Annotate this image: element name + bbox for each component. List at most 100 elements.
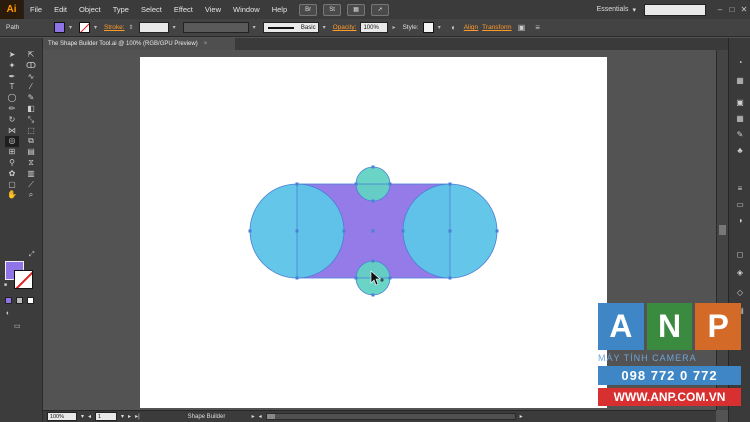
menu-effect[interactable]: Effect	[168, 5, 199, 14]
search-input[interactable]	[644, 3, 706, 16]
menu-object[interactable]: Object	[73, 5, 107, 14]
document-tab[interactable]: The Shape Builder Tool.ai @ 100% (RGB/GP…	[43, 38, 235, 50]
horizontal-scrollbar[interactable]	[265, 413, 516, 420]
anchor-point-0[interactable]	[248, 229, 252, 233]
opacity-panel-link[interactable]: Opacity:	[333, 24, 357, 31]
swap-fill-stroke-icon[interactable]: ⤢	[29, 251, 35, 259]
anchor-point-3[interactable]	[295, 276, 299, 280]
arrange-documents-icon[interactable]: ▦	[347, 3, 366, 16]
zoom-level-field[interactable]: 100%	[47, 412, 77, 421]
screen-mode-icon[interactable]: ▭	[14, 322, 21, 330]
line-segment-tool-icon[interactable]: ⁄	[24, 82, 38, 93]
rotate-tool-icon[interactable]: ↻	[5, 115, 19, 126]
opacity-field[interactable]: 100%	[360, 22, 389, 33]
anchor-point-10[interactable]	[388, 182, 392, 186]
menu-type[interactable]: Type	[107, 5, 135, 14]
artboard-dropdown-icon[interactable]: ▾	[121, 413, 124, 420]
color-mode-button[interactable]	[5, 297, 12, 304]
isolate-object-icon[interactable]: ▣	[516, 22, 528, 34]
anchor-point-4[interactable]	[401, 229, 405, 233]
artboard-tool-icon[interactable]: ▢	[5, 180, 19, 191]
workspace-switcher[interactable]: Essentials ▾	[589, 6, 644, 14]
anchor-point-12[interactable]	[371, 259, 375, 263]
default-colors-icon[interactable]: ■	[4, 282, 7, 288]
anchor-point-15[interactable]	[371, 293, 375, 297]
vertical-scroll-thumb[interactable]	[719, 225, 726, 235]
ellipse-tool-icon[interactable]: ◯	[5, 93, 19, 104]
horizontal-scroll-thumb[interactable]	[266, 414, 275, 419]
anchor-point-1[interactable]	[295, 182, 299, 186]
shape-builder-tool-icon[interactable]: ◎	[5, 136, 19, 148]
zoom-tool-icon[interactable]: ⌕	[24, 190, 38, 201]
menu-window[interactable]: Window	[227, 5, 266, 14]
paintbrush-tool-icon[interactable]: ✎	[24, 93, 38, 104]
brushes-icon[interactable]: ✎	[734, 130, 746, 140]
opacity-dropdown-icon[interactable]: ▸	[392, 22, 398, 33]
hand-tool-icon[interactable]: ✋	[5, 190, 19, 201]
transparency-panel-icon[interactable]: ◑	[734, 216, 746, 226]
drawing-mode-icon[interactable]: ◐	[6, 310, 10, 317]
last-artboard-icon[interactable]: ▸|	[135, 413, 140, 420]
fill-swatch[interactable]	[54, 22, 65, 33]
anchor-point-9[interactable]	[354, 182, 358, 186]
magic-wand-tool-icon[interactable]: ✦	[5, 61, 19, 72]
brush-dropdown-icon[interactable]: ▾	[323, 22, 329, 33]
gradient-panel-icon[interactable]: ▭	[734, 200, 746, 210]
next-artboard-icon[interactable]: ▸	[128, 413, 131, 420]
fill-dropdown-icon[interactable]: ▾	[69, 22, 75, 33]
slice-tool-icon[interactable]: ⟋	[24, 180, 38, 191]
pencil-tool-icon[interactable]: ✏	[5, 104, 19, 115]
width-tool-icon[interactable]: ⋈	[5, 126, 19, 137]
gpu-rocket-icon[interactable]: ➚	[371, 3, 390, 16]
menu-select[interactable]: Select	[135, 5, 168, 14]
anchor-point-17[interactable]	[448, 229, 452, 233]
menu-edit[interactable]: Edit	[48, 5, 73, 14]
eraser-tool-icon[interactable]: ◧	[24, 104, 38, 115]
selection-tool-icon[interactable]: ➤	[5, 50, 19, 61]
zoom-dropdown-icon[interactable]: ▾	[81, 413, 84, 420]
stroke-weight-stepper-icon[interactable]: ⇕	[129, 22, 135, 33]
anchor-point-7[interactable]	[448, 276, 452, 280]
menu-help[interactable]: Help	[266, 5, 293, 14]
stroke-panel-link[interactable]: Stroke:	[104, 24, 125, 31]
stroke-panel-icon[interactable]: ≡	[734, 184, 746, 194]
panel-menu-icon[interactable]: ≡	[532, 22, 544, 34]
stroke-dropdown-icon[interactable]: ▾	[94, 22, 100, 33]
transform-panel-link[interactable]: Transform	[482, 24, 511, 31]
artwork-canvas[interactable]	[140, 57, 607, 408]
stroke-color-box[interactable]	[14, 270, 33, 289]
first-artboard-icon[interactable]: ◂	[88, 413, 91, 420]
layers-panel-icon[interactable]: ◇	[734, 288, 746, 298]
appearance-panel-icon[interactable]: ◻	[734, 250, 746, 260]
align-panel-link[interactable]: Align	[464, 24, 478, 31]
close-icon[interactable]: ✕	[738, 5, 750, 14]
type-tool-icon[interactable]: T	[5, 82, 19, 93]
color-panel-icon[interactable]: ◔	[734, 58, 746, 68]
anchor-point-18[interactable]	[371, 229, 375, 233]
scroll-right-icon[interactable]: ▸	[520, 413, 523, 420]
minimize-icon[interactable]: –	[714, 5, 726, 14]
anchor-point-11[interactable]	[371, 199, 375, 203]
stroke-weight-dropdown-icon[interactable]: ▾	[173, 22, 179, 33]
scroll-left-icon[interactable]: ◂	[259, 413, 262, 420]
symbol-sprayer-tool-icon[interactable]: ✿	[5, 169, 19, 180]
stroke-swatch[interactable]	[79, 22, 90, 33]
symbols-icon[interactable]: ♣	[734, 146, 746, 156]
brush-definition[interactable]: Basic	[262, 22, 319, 33]
scale-tool-icon[interactable]: ⤡	[24, 115, 38, 126]
lasso-tool-icon[interactable]: ↀ	[24, 61, 38, 72]
anchor-point-13[interactable]	[354, 276, 358, 280]
column-graph-tool-icon[interactable]: ▥	[24, 169, 38, 180]
anchor-point-5[interactable]	[448, 182, 452, 186]
gradient-tool-icon[interactable]: ▤	[24, 147, 38, 158]
recolor-artwork-icon[interactable]: ◐	[448, 22, 460, 34]
bridge-button[interactable]: Br	[299, 3, 318, 16]
tab-close-icon[interactable]: ×	[204, 41, 208, 47]
style-dropdown-icon[interactable]: ▾	[438, 22, 444, 33]
variable-width-profile[interactable]	[182, 22, 249, 33]
graphic-style-swatch[interactable]	[422, 22, 434, 33]
menu-file[interactable]: File	[24, 5, 48, 14]
perspective-grid-tool-icon[interactable]: ⧉	[24, 136, 38, 147]
anchor-point-2[interactable]	[342, 229, 346, 233]
anchor-point-6[interactable]	[495, 229, 499, 233]
